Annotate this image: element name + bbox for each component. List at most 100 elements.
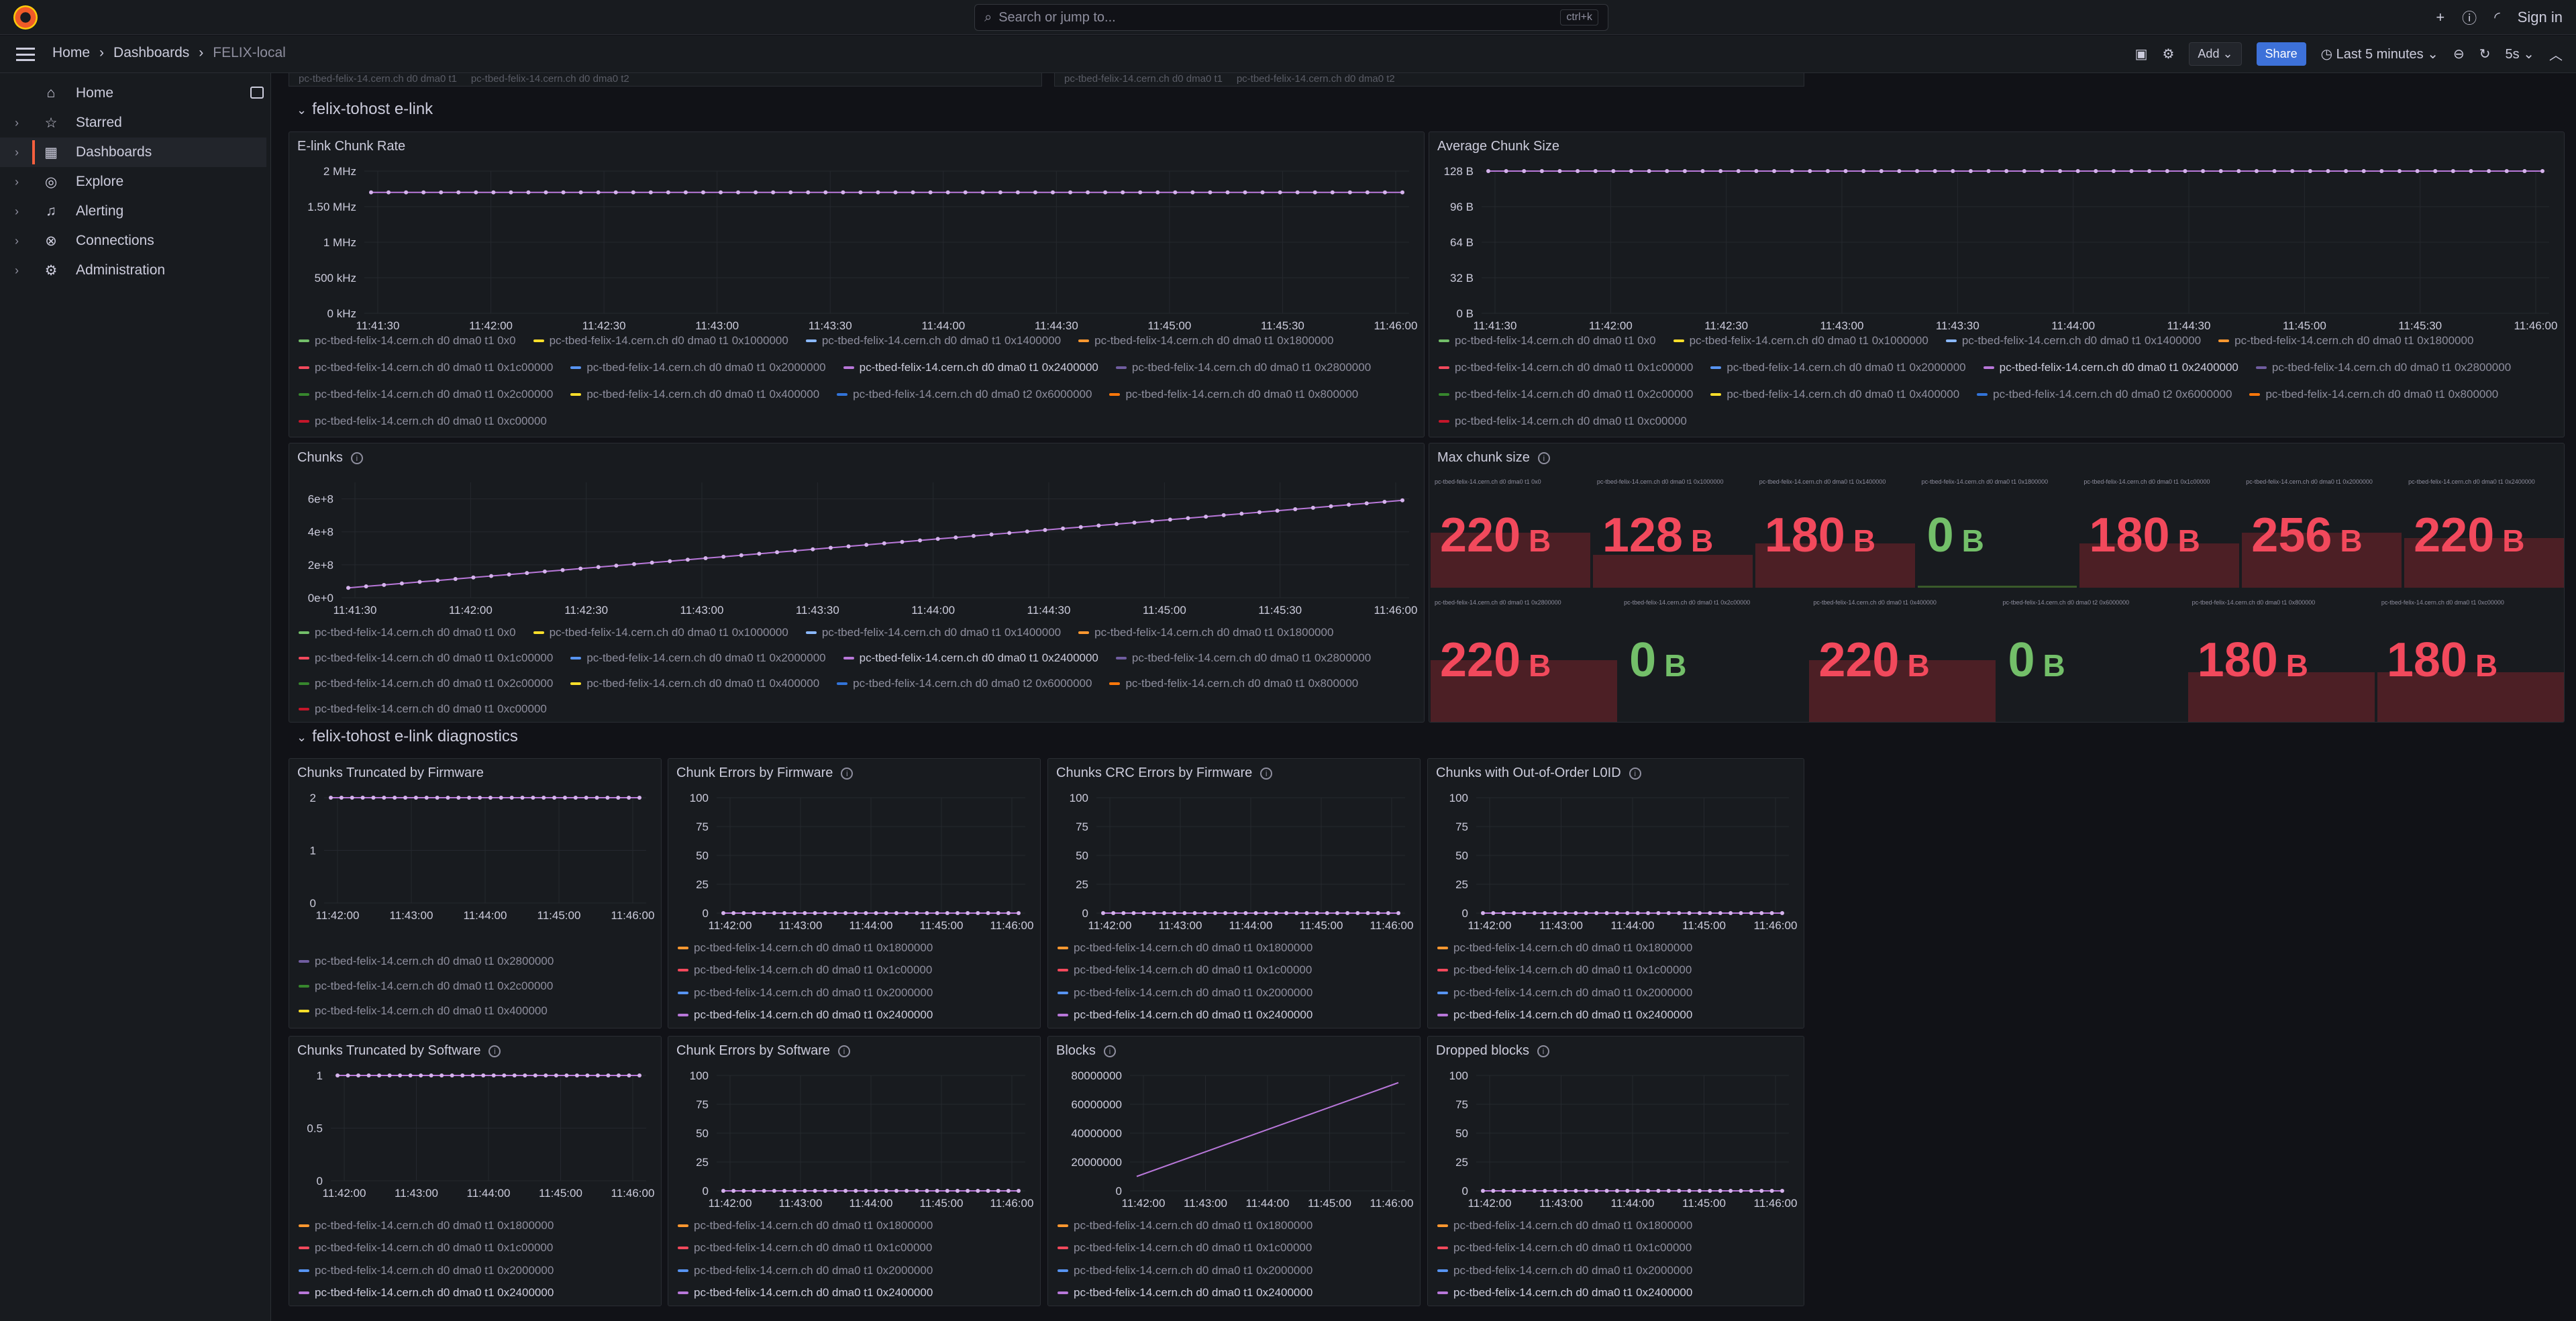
save-icon[interactable]: ▣ (2135, 46, 2148, 62)
legend-item[interactable]: pc-tbed-felix-14.cern.ch d0 dma0 t1 0x1c… (678, 963, 932, 979)
legend-item[interactable]: pc-tbed-felix-14.cern.ch d0 dma0 t1 0x20… (570, 649, 826, 668)
legend-item[interactable]: pc-tbed-felix-14.cern.ch d0 dma0 t1 0x18… (678, 1218, 933, 1234)
legend-item[interactable]: pc-tbed-felix-14.cern.ch d0 dma0 t1 0x1c… (299, 358, 553, 378)
chevron-right-icon[interactable]: › (15, 146, 19, 160)
legend-item[interactable]: pc-tbed-felix-14.cern.ch d0 dma0 t1 0x24… (1437, 1008, 1692, 1024)
legend-item[interactable]: pc-tbed-felix-14.cern.ch d0 dma0 t1 0x20… (570, 358, 826, 378)
chart[interactable]: 0 25 50 75 100 11:42:00 11:43:00 11:44:00 11:45:… (1428, 759, 1804, 940)
legend-item[interactable]: pc-tbed-felix-14.cern.ch d0 dma0 t1 0x24… (843, 358, 1098, 378)
stat-tile[interactable]: pc-tbed-felix-14.cern.ch d0 dma0 t1 0x0 2… (1431, 477, 1590, 588)
stat-tile[interactable]: pc-tbed-felix-14.cern.ch d0 dma0 t1 0x2c… (1620, 598, 1806, 722)
stat-tile[interactable]: pc-tbed-felix-14.cern.ch d0 dma0 t1 0x80… (2187, 598, 2375, 722)
info-icon[interactable]: i (1537, 452, 1550, 464)
chart[interactable]: 0e+0 2e+8 4e+8 6e+8 11:41:30 11:42:00 11:42:30… (289, 443, 1424, 625)
legend-item[interactable]: pc-tbed-felix-14.cern.ch d0 dma0 t1 0x18… (2218, 331, 2473, 351)
sidebar-item-alerting[interactable]: › ♫ Alerting (0, 197, 270, 226)
stat-tile[interactable]: pc-tbed-felix-14.cern.ch d0 dma0 t1 0x14… (1755, 477, 1915, 588)
legend-item[interactable]: pc-tbed-felix-14.cern.ch d0 dma0 t1 0x18… (1078, 331, 1333, 351)
legend-item[interactable]: pc-tbed-felix-14.cern.ch d0 dma0 t1 0x1c… (678, 1240, 932, 1257)
legend-item[interactable]: pc-tbed-felix-14.cern.ch d0 dma0 t1 0x0 (1439, 331, 1656, 351)
legend-item[interactable]: pc-tbed-felix-14.cern.ch d0 dma0 t1 0x14… (805, 623, 1061, 642)
chart[interactable]: 0 kHz500 kHz1 MHz1.50 MHz2 MHz11:41:30 11… (289, 132, 1424, 340)
rss-icon[interactable]: ◜ (2494, 9, 2500, 26)
stat-tile[interactable]: pc-tbed-felix-14.cern.ch d0 dma0 t1 0x40… (1809, 598, 1996, 722)
chevron-right-icon[interactable]: › (15, 205, 19, 219)
sign-in-link[interactable]: Sign in (2518, 9, 2563, 26)
chart[interactable]: 0 25 50 75 100 11:42:00 11:43:00 11:44:00 11:45:… (1428, 1037, 1804, 1218)
breadcrumb-dashboards[interactable]: Dashboards (113, 45, 189, 61)
stat-tile[interactable]: pc-tbed-felix-14.cern.ch d0 dma0 t1 0x24… (2404, 477, 2564, 588)
legend-item[interactable]: pc-tbed-felix-14.cern.ch d0 dma0 t1 0x40… (1710, 384, 1959, 405)
stat-tile[interactable]: pc-tbed-felix-14.cern.ch d0 dma0 t1 0x18… (1917, 477, 2077, 588)
sidebar-item-administration[interactable]: › ⚙ Administration (0, 256, 270, 285)
legend-item[interactable]: pc-tbed-felix-14.cern.ch d0 dma0 t1 0x10… (533, 331, 788, 351)
legend-item[interactable]: pc-tbed-felix-14.cern.ch d0 dma0 t1 0xc0… (299, 700, 547, 719)
chevron-right-icon[interactable]: › (15, 116, 19, 130)
legend-item[interactable]: pc-tbed-felix-14.cern.ch d0 dma0 t1 0x24… (678, 1285, 933, 1302)
chart[interactable]: 0 1 2 11:42:00 11:43:00 11:44:00 11:45:00 11:46… (289, 759, 661, 930)
legend-item[interactable]: pc-tbed-felix-14.cern.ch d0 dma0 t1 0x0 (299, 331, 516, 351)
stat-tile[interactable]: pc-tbed-felix-14.cern.ch d0 dma0 t1 0x20… (2242, 477, 2402, 588)
legend-item[interactable]: pc-tbed-felix-14.cern.ch d0 dma0 t1 0x14… (1945, 331, 2201, 351)
legend-item[interactable]: pc-tbed-felix-14.cern.ch d0 dma0 t1 0x24… (1983, 358, 2238, 378)
row-header-diagnostics[interactable]: ⌄ felix-tohost e-link diagnostics (297, 727, 518, 746)
legend-item[interactable]: pc-tbed-felix-14.cern.ch d0 dma0 t1 0x1c… (1439, 358, 1693, 378)
legend-item[interactable]: pc-tbed-felix-14.cern.ch d0 dma0 t1 0x1c… (1058, 1240, 1312, 1257)
legend-item[interactable]: pc-tbed-felix-14.cern.ch d0 dma0 t1 0x20… (678, 1263, 933, 1279)
legend-item[interactable]: pc-tbed-felix-14.cern.ch d0 dma0 t1 0x24… (843, 649, 1098, 668)
refresh-interval[interactable]: 5s ⌄ (2506, 46, 2534, 62)
legend-item[interactable]: pc-tbed-felix-14.cern.ch d0 dma0 t1 0x18… (678, 940, 933, 956)
legend-item[interactable]: pc-tbed-felix-14.cern.ch d0 dma0 t1 0x40… (570, 674, 819, 693)
legend-item[interactable]: pc-tbed-felix-14.cern.ch d0 dma0 t1 0x10… (533, 623, 788, 642)
chevron-right-icon[interactable]: › (15, 234, 19, 248)
chevron-right-icon[interactable]: › (15, 175, 19, 189)
legend-item[interactable]: pc-tbed-felix-14.cern.ch d0 dma0 t1 0x20… (1710, 358, 1966, 378)
legend-item[interactable]: pc-tbed-felix-14.cern.ch d0 dma0 t1 0xc0… (299, 411, 547, 431)
zoom-out-icon[interactable]: ⊖ (2453, 46, 2465, 62)
chart[interactable]: 0 20000000 40000000 60000000 80000000 11:42:0… (1048, 1037, 1420, 1218)
legend-item[interactable]: pc-tbed-felix-14.cern.ch d0 dma0 t1 0x18… (1058, 940, 1312, 956)
legend-item[interactable]: pc-tbed-felix-14.cern.ch d0 dma0 t1 0x2c… (299, 977, 553, 996)
legend-item[interactable]: pc-tbed-felix-14.cern.ch d0 dma0 t1 0x20… (1058, 985, 1312, 1001)
stat-tile[interactable]: pc-tbed-felix-14.cern.ch d0 dma0 t1 0x10… (1592, 477, 1753, 588)
stat-tile[interactable]: pc-tbed-felix-14.cern.ch d0 dma0 t1 0x1c… (2079, 477, 2240, 588)
sidebar-item-connections[interactable]: › ⊗ Connections (0, 226, 270, 256)
help-icon[interactable]: ⓘ (2462, 7, 2477, 28)
legend-item[interactable]: pc-tbed-felix-14.cern.ch d0 dma0 t1 0x24… (299, 1285, 554, 1302)
legend-item[interactable]: pc-tbed-felix-14.cern.ch d0 dma0 t1 0x80… (2249, 384, 2498, 405)
legend-item[interactable]: pc-tbed-felix-14.cern.ch d0 dma0 t1 0x20… (1437, 1263, 1692, 1279)
legend-item[interactable]: pc-tbed-felix-14.cern.ch d0 dma0 t1 0x14… (805, 331, 1061, 351)
legend-item[interactable]: pc-tbed-felix-14.cern.ch d0 dma0 t1 0x18… (1078, 623, 1333, 642)
legend-item[interactable]: pc-tbed-felix-14.cern.ch d0 dma0 t1 0x28… (2255, 358, 2511, 378)
time-picker[interactable]: ◷ Last 5 minutes ⌄ (2321, 46, 2438, 62)
legend-item[interactable]: pc-tbed-felix-14.cern.ch d0 dma0 t1 0x80… (1109, 674, 1358, 693)
legend-item[interactable]: pc-tbed-felix-14.cern.ch d0 dma0 t1 0x18… (1437, 1218, 1692, 1234)
legend-item[interactable]: pc-tbed-felix-14.cern.ch d0 dma0 t1 0x20… (299, 1263, 554, 1279)
add-button[interactable]: Add ⌄ (2189, 42, 2242, 66)
legend-item[interactable]: pc-tbed-felix-14.cern.ch d0 dma0 t1 0x20… (678, 985, 933, 1001)
legend-item[interactable]: pc-tbed-felix-14.cern.ch d0 dma0 t1 0x24… (1058, 1285, 1312, 1302)
chart[interactable]: 0 25 50 75 100 11:42:00 11:43:00 11:44:00 11:45:… (668, 759, 1040, 940)
chevron-up-icon[interactable]: ︿ (2549, 44, 2563, 64)
legend-item[interactable]: pc-tbed-felix-14.cern.ch d0 dma0 t1 0x2c… (1439, 384, 1693, 405)
stat-tile[interactable]: pc-tbed-felix-14.cern.ch d0 dma0 t1 0x28… (1431, 598, 1618, 722)
menu-icon[interactable] (16, 48, 35, 61)
legend-item[interactable]: pc-tbed-felix-14.cern.ch d0 dma0 t1 0x20… (1437, 985, 1692, 1001)
legend-item[interactable]: pc-tbed-felix-14.cern.ch d0 dma0 t1 0x28… (299, 953, 554, 971)
legend-item[interactable]: pc-tbed-felix-14.cern.ch d0 dma0 t1 0x80… (1109, 384, 1358, 405)
legend-item[interactable]: pc-tbed-felix-14.cern.ch d0 dma0 t1 0x24… (1058, 1008, 1312, 1024)
legend-item[interactable]: pc-tbed-felix-14.cern.ch d0 dma0 t1 0x28… (1115, 358, 1371, 378)
chevron-right-icon[interactable]: › (15, 264, 19, 278)
legend-item[interactable]: pc-tbed-felix-14.cern.ch d0 dma0 t1 0x10… (1673, 331, 1928, 351)
grafana-logo[interactable] (13, 5, 38, 30)
row-header-elink[interactable]: ⌄ felix-tohost e-link (297, 100, 433, 119)
sidebar-item-starred[interactable]: › ☆ Starred (0, 108, 270, 138)
legend-item[interactable]: pc-tbed-felix-14.cern.ch d0 dma0 t1 0xc0… (1439, 411, 1687, 431)
legend-item[interactable]: pc-tbed-felix-14.cern.ch d0 dma0 t1 0x40… (299, 1002, 548, 1020)
legend-item[interactable]: pc-tbed-felix-14.cern.ch d0 dma0 t1 0x40… (570, 384, 819, 405)
legend-item[interactable]: pc-tbed-felix-14.cern.ch d0 dma0 t1 0x1c… (299, 1240, 553, 1257)
sidebar-item-explore[interactable]: › ◎ Explore (0, 167, 270, 197)
legend-item[interactable]: pc-tbed-felix-14.cern.ch d0 dma0 t1 0x2c… (299, 674, 553, 693)
sidebar-item-dashboards[interactable]: › ▦ Dashboards (0, 138, 266, 167)
chart[interactable]: 0 25 50 75 100 11:42:00 11:43:00 11:44:00 11:45:… (668, 1037, 1040, 1218)
